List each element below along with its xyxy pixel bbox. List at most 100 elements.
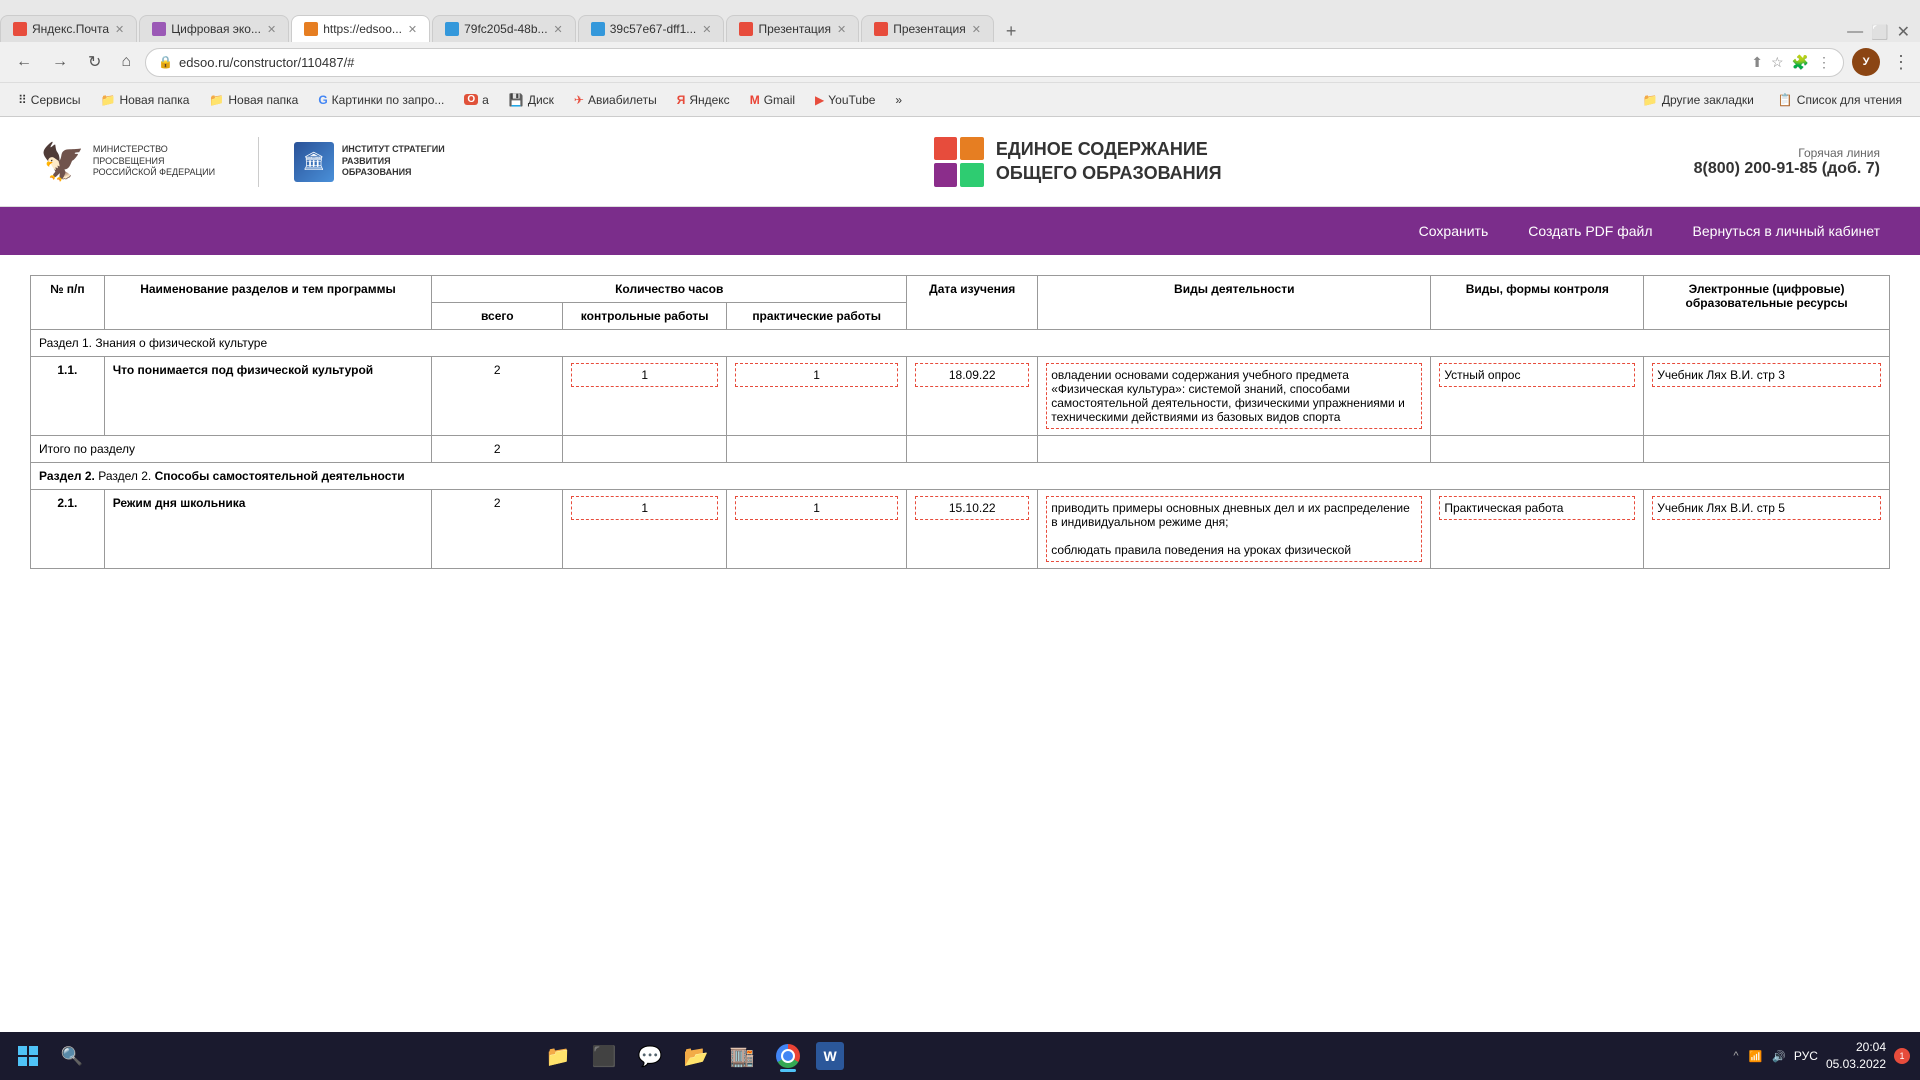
- bookmark-folder-1-label: Новая папка: [119, 93, 189, 107]
- taskbar-teams[interactable]: 💬: [629, 1038, 671, 1074]
- start-button[interactable]: [10, 1038, 46, 1074]
- bookmark-reading-icon: 📋: [1778, 93, 1793, 107]
- teams-icon[interactable]: 💬: [632, 1038, 668, 1074]
- tab-close-2[interactable]: ✕: [267, 23, 276, 36]
- taskbar-word[interactable]: W: [813, 1042, 847, 1070]
- row-1-1-date-input[interactable]: 18.09.22: [915, 363, 1029, 387]
- home-button[interactable]: ⌂: [115, 50, 137, 74]
- file-explorer-icon[interactable]: 📁: [540, 1038, 576, 1074]
- row-1-1-control-input[interactable]: 1: [571, 363, 718, 387]
- row-2-1-date-input[interactable]: 15.10.22: [915, 496, 1029, 520]
- forward-button[interactable]: →: [46, 50, 74, 74]
- tab-label-7: Презентация: [893, 22, 966, 36]
- row-2-1-resources: Учебник Лях В.И. стр 5: [1644, 490, 1890, 569]
- widgets-icon[interactable]: ⬛: [586, 1038, 622, 1074]
- browser-menu-icon[interactable]: ⋮: [1892, 52, 1910, 73]
- language-indicator[interactable]: РУС: [1794, 1049, 1818, 1063]
- bookmark-folder-1[interactable]: 📁 Новая папка: [93, 90, 198, 110]
- bookmark-gmail[interactable]: M Gmail: [742, 90, 803, 110]
- extensions-icon[interactable]: 🧩: [1792, 54, 1809, 71]
- address-bar[interactable]: 🔒 edsoo.ru/constructor/110487/# ⬆ ☆ 🧩 ⋮: [145, 48, 1844, 77]
- create-pdf-button[interactable]: Создать PDF файл: [1528, 215, 1652, 247]
- store-icon[interactable]: 🏬: [724, 1038, 760, 1074]
- row-1-1-practice-input[interactable]: 1: [735, 363, 898, 387]
- taskbar-chrome[interactable]: [767, 1038, 809, 1074]
- bookmark-avia-icon: ✈: [574, 93, 584, 107]
- bookmark-odnoklassniki[interactable]: О а: [456, 90, 496, 110]
- taskbar-filemanager[interactable]: 📂: [675, 1038, 717, 1074]
- win-sq-1: [18, 1046, 27, 1055]
- tab-digital-eco[interactable]: Цифровая эко... ✕: [139, 15, 289, 42]
- tab-close-4[interactable]: ✕: [554, 23, 563, 36]
- tray-up-arrow[interactable]: ^: [1733, 1050, 1738, 1062]
- tab-39c5[interactable]: 39c57e67-dff1... ✕: [578, 15, 725, 42]
- row-2-1-control-input[interactable]: 1: [571, 496, 718, 520]
- bookmark-youtube-icon: ▶: [815, 93, 824, 107]
- taskbar-file-explorer[interactable]: 📁: [537, 1038, 579, 1074]
- row-2-1-name: Режим дня школьника: [104, 490, 432, 569]
- bookmark-yandex[interactable]: Я Яндекс: [669, 90, 738, 110]
- profile-menu-icon[interactable]: ⋮: [1817, 54, 1831, 71]
- bookmark-reading-list[interactable]: 📋 Список для чтения: [1770, 90, 1910, 110]
- bookmark-star-icon[interactable]: ☆: [1771, 54, 1784, 71]
- notification-badge[interactable]: 1: [1894, 1048, 1910, 1064]
- taskbar-widgets[interactable]: ⬛: [583, 1038, 625, 1074]
- word-icon[interactable]: W: [816, 1042, 844, 1070]
- save-button[interactable]: Сохранить: [1419, 215, 1489, 247]
- tab-presentation-1[interactable]: Презентация ✕: [726, 15, 859, 42]
- bookmark-more[interactable]: »: [887, 90, 910, 110]
- bookmark-other[interactable]: 📁 Другие закладки: [1635, 90, 1762, 110]
- back-button[interactable]: ←: [10, 50, 38, 74]
- share-icon[interactable]: ⬆: [1751, 54, 1763, 71]
- row-2-1-activity-input[interactable]: приводить примеры основных дневных дел и…: [1046, 496, 1422, 562]
- taskbar-center: 📁 ⬛ 💬 📂 🏬 W: [537, 1038, 847, 1074]
- row-1-1-control-type-input[interactable]: Устный опрос: [1439, 363, 1635, 387]
- reload-button[interactable]: ↻: [82, 49, 107, 75]
- new-tab-button[interactable]: +: [996, 21, 1027, 42]
- bookmark-avia[interactable]: ✈ Авиабилеты: [566, 90, 665, 110]
- curriculum-table: № п/п Наименование разделов и тем програ…: [30, 275, 1890, 569]
- row-1-1-resources-input[interactable]: Учебник Лях В.И. стр 3: [1652, 363, 1881, 387]
- tab-close-3[interactable]: ✕: [408, 23, 417, 36]
- minimize-button[interactable]: —: [1847, 23, 1863, 41]
- row-2-1-practice-input[interactable]: 1: [735, 496, 898, 520]
- bookmark-disk[interactable]: 💾 Диск: [501, 90, 562, 110]
- tab-79fc[interactable]: 79fc205d-48b... ✕: [432, 15, 576, 42]
- tab-yandex-mail[interactable]: Яндекс.Почта ✕: [0, 15, 137, 42]
- bookmark-images[interactable]: G Картинки по запро...: [310, 90, 452, 110]
- profile-avatar[interactable]: У: [1852, 48, 1880, 76]
- win-sq-3: [18, 1057, 27, 1066]
- tab-close-5[interactable]: ✕: [702, 23, 711, 36]
- network-icon: 📶: [1749, 1050, 1763, 1063]
- row-1-1-hours-control: 1: [563, 357, 727, 436]
- tab-edsoo[interactable]: https://edsoo... ✕: [291, 15, 430, 42]
- row-2-1-activity: приводить примеры основных дневных дел и…: [1038, 490, 1431, 569]
- bookmark-youtube[interactable]: ▶ YouTube: [807, 90, 883, 110]
- total-row-1-empty-6: [1644, 436, 1890, 463]
- bookmark-more-label: »: [895, 93, 902, 107]
- filemanager-icon[interactable]: 📂: [678, 1038, 714, 1074]
- restore-button[interactable]: ⬜: [1871, 24, 1888, 41]
- header-hours-practice: практические работы: [727, 303, 907, 330]
- row-2-1-control: Практическая работа: [1431, 490, 1644, 569]
- bookmark-folder-2[interactable]: 📁 Новая папка: [201, 90, 306, 110]
- chrome-active-indicator: [780, 1069, 796, 1072]
- table-row: 1.1. Что понимается под физической культ…: [31, 357, 1890, 436]
- back-to-cabinet-button[interactable]: Вернуться в личный кабинет: [1693, 215, 1880, 247]
- taskbar-search-button[interactable]: 🔍: [54, 1038, 90, 1074]
- tab-close-7[interactable]: ✕: [972, 23, 981, 36]
- row-2-1-control-type-input[interactable]: Практическая работа: [1439, 496, 1635, 520]
- bookmark-yandex-icon: Я: [677, 93, 686, 107]
- row-2-1-resources-input[interactable]: Учебник Лях В.И. стр 5: [1652, 496, 1881, 520]
- tab-presentation-2[interactable]: Презентация ✕: [861, 15, 994, 42]
- close-button[interactable]: ✕: [1897, 22, 1910, 42]
- header-hours-control: контрольные работы: [563, 303, 727, 330]
- row-1-1-activity-input[interactable]: овладении основами содержания учебного п…: [1046, 363, 1422, 429]
- tab-close-1[interactable]: ✕: [115, 23, 124, 36]
- total-row-1: Итого по разделу 2: [31, 436, 1890, 463]
- bookmark-services[interactable]: ⠿ Сервисы: [10, 90, 89, 110]
- tab-close-6[interactable]: ✕: [837, 23, 846, 36]
- taskbar-store[interactable]: 🏬: [721, 1038, 763, 1074]
- total-row-1-empty-5: [1431, 436, 1644, 463]
- header-logos: 🦅 МИНИСТЕРСТВО ПРОСВЕЩЕНИЯ РОССИЙСКОЙ ФЕ…: [40, 137, 462, 187]
